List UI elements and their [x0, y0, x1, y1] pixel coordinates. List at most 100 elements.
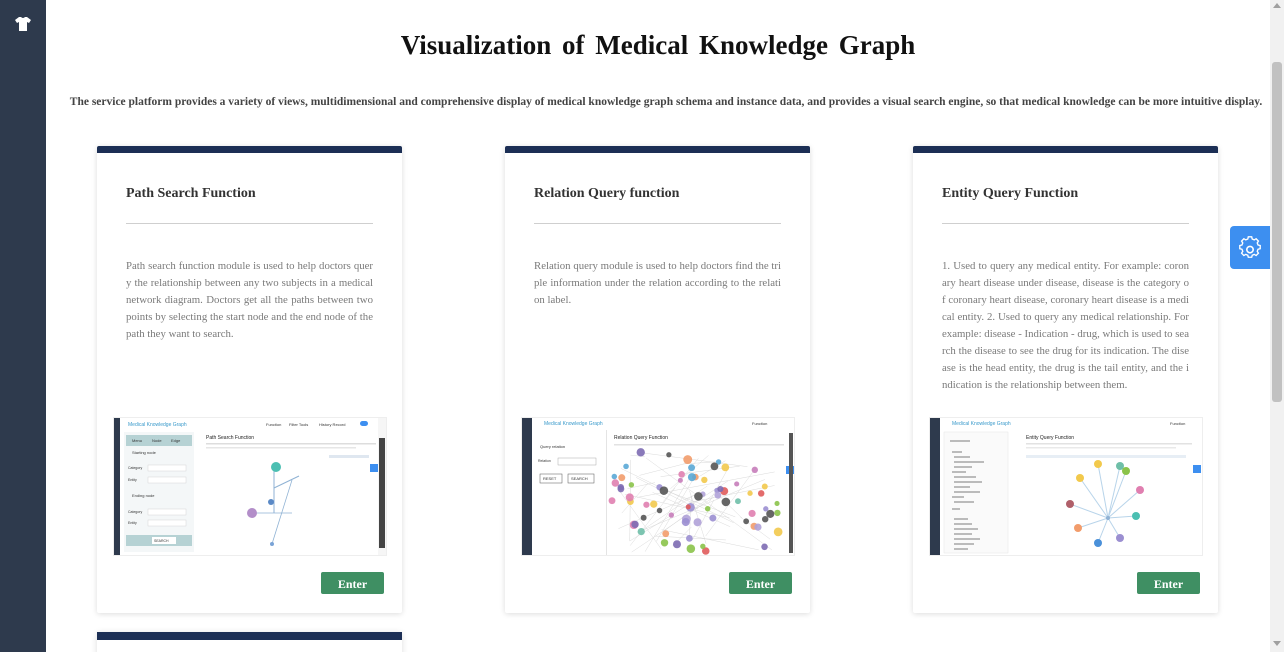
graph-node	[656, 507, 663, 514]
graph-node	[611, 479, 620, 487]
preview-app-title: Medical Knowledge Graph	[544, 421, 603, 427]
graph-node	[709, 514, 717, 522]
preview-ent-1: Entity	[128, 478, 137, 482]
graph-edge	[1097, 517, 1109, 544]
graph-edge	[1077, 517, 1109, 529]
graph-node	[761, 483, 768, 490]
graph-node	[761, 543, 768, 551]
relation-graph	[608, 448, 783, 555]
card-top-bar	[97, 146, 402, 153]
graph-node	[1066, 500, 1074, 508]
graph-node	[710, 462, 719, 471]
scrollbar-thumb[interactable]	[1272, 62, 1282, 402]
graph-node	[751, 466, 758, 474]
preview-panel-title: Entity Query Function	[1026, 435, 1074, 441]
graph-node	[1094, 539, 1102, 547]
graph-edge	[1097, 463, 1109, 519]
graph-node	[1074, 524, 1082, 532]
graph-node	[761, 515, 769, 523]
divider	[942, 223, 1189, 224]
graph-node	[666, 452, 672, 458]
divider	[534, 223, 781, 224]
graph-node	[650, 500, 658, 508]
graph-node	[1106, 516, 1110, 520]
graph-node	[721, 463, 730, 472]
graph-node	[640, 514, 647, 521]
graph-node	[1136, 486, 1144, 494]
sidebar	[0, 0, 46, 652]
graph-node	[694, 492, 703, 501]
preview-screenshot: Medical Knowledge Graph Function Query r…	[521, 417, 795, 556]
preview-cat-1: Category	[128, 466, 142, 470]
graph-node	[637, 527, 645, 536]
graph-node	[662, 530, 670, 538]
graph-node	[618, 474, 626, 482]
graph-edge	[1069, 503, 1109, 519]
graph-node	[643, 501, 650, 508]
preview-start-label: Starting node	[132, 450, 157, 455]
card-entity-query: Entity Query Function 1. Used to query a…	[913, 146, 1218, 613]
enter-button[interactable]: Enter	[1137, 572, 1200, 594]
preview-app-title: Medical Knowledge Graph	[952, 421, 1011, 427]
graph-node	[631, 520, 639, 529]
graph-node	[1132, 512, 1140, 520]
card-top-bar	[505, 146, 810, 153]
graph-node	[636, 448, 645, 457]
graph-node	[668, 512, 675, 518]
preview-nav-2: Filter Tools	[289, 422, 308, 427]
preview-search: SEARCH	[571, 476, 588, 481]
scrollbar[interactable]	[1270, 0, 1284, 652]
graph-node	[625, 493, 634, 502]
graph-node	[714, 491, 722, 499]
preview-screenshot: Medical Knowledge Graph Function Filter …	[113, 417, 387, 556]
page-subtitle: The service platform provides a variety …	[69, 96, 1263, 108]
graph-node	[693, 518, 702, 527]
card-title: Relation Query function	[534, 186, 680, 201]
shirt-icon[interactable]	[14, 15, 32, 33]
graph-node	[717, 485, 724, 493]
graph-node	[734, 481, 740, 487]
preview-screenshot: Medical Knowledge Graph Function Entity …	[929, 417, 1203, 556]
main-content: Visualization of Medical Knowledge Graph…	[46, 0, 1270, 652]
card-description: Relation query module is used to help do…	[534, 260, 781, 306]
card-description: Path search function module is used to h…	[126, 260, 373, 340]
graph-node	[683, 455, 693, 464]
preview-nav-1: Function	[752, 421, 767, 426]
preview-nav-3: History Record	[319, 422, 345, 427]
graph-node	[754, 523, 762, 531]
enter-button[interactable]: Enter	[729, 572, 792, 594]
graph-node	[686, 535, 693, 542]
graph-node	[773, 527, 783, 537]
preview-side-title: Query relation	[540, 444, 565, 449]
graph-node	[659, 486, 669, 495]
scroll-up-arrow[interactable]	[1273, 3, 1281, 8]
graph-node	[672, 540, 681, 549]
graph-node	[678, 471, 685, 478]
graph-node	[774, 500, 780, 507]
graph-node	[1122, 467, 1130, 475]
preview-panel-title: Path Search Function	[206, 435, 254, 441]
preview-tab-2: Node	[152, 438, 162, 443]
card-title: Path Search Function	[126, 186, 256, 201]
card-top-bar	[913, 146, 1218, 153]
graph-node	[681, 518, 690, 527]
preview-search: SEARCH	[154, 539, 169, 543]
graph-node	[701, 476, 708, 484]
settings-button[interactable]	[1230, 226, 1270, 269]
preview-app-title: Medical Knowledge Graph	[128, 422, 187, 428]
enter-button[interactable]: Enter	[321, 572, 384, 594]
graph-node	[704, 505, 711, 512]
graph-node	[1116, 534, 1124, 542]
scroll-down-arrow[interactable]	[1273, 641, 1281, 646]
preview-ent-2: Entity	[128, 521, 137, 525]
graph-node	[686, 544, 696, 553]
page-title: Visualization of Medical Knowledge Graph	[400, 30, 916, 60]
card-top-bar	[97, 632, 402, 640]
card-relation-query: Relation Query function Relation query m…	[505, 146, 810, 613]
preview-relation-label: Relation	[538, 459, 551, 463]
graph-node	[677, 477, 683, 483]
graph-node	[700, 543, 706, 549]
graph-node	[1076, 474, 1084, 482]
graph-node	[735, 498, 741, 505]
graph-node	[687, 473, 697, 482]
